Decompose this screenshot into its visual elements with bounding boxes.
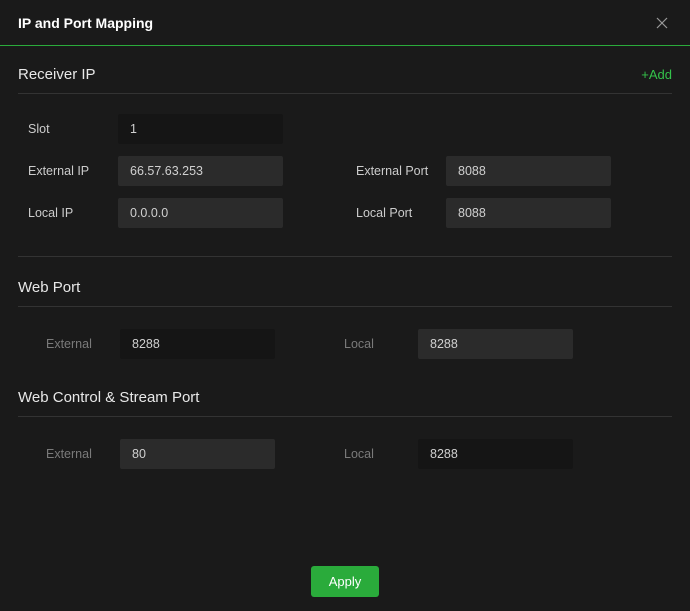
receiver-ip-header: Receiver IP +Add (18, 60, 672, 94)
external-port-label: External Port (356, 164, 446, 178)
close-button[interactable] (652, 13, 672, 33)
web-port-local-input[interactable] (418, 329, 573, 359)
web-control-external-label: External (46, 447, 120, 461)
web-control-header: Web Control & Stream Port (18, 367, 672, 417)
web-control-title: Web Control & Stream Port (18, 389, 672, 406)
local-row: Local IP Local Port (28, 192, 672, 234)
apply-button[interactable]: Apply (311, 566, 380, 597)
web-control-external-input[interactable] (120, 439, 275, 469)
external-port-pair: External Port (356, 156, 666, 186)
dialog-title: IP and Port Mapping (18, 15, 153, 31)
external-ip-input[interactable] (118, 156, 283, 186)
web-port-local-pair: Local (344, 329, 632, 359)
web-port-local-label: Local (344, 337, 418, 351)
dialog-footer: Apply (0, 566, 690, 597)
local-ip-input[interactable] (118, 198, 283, 228)
local-ip-label: Local IP (28, 206, 118, 220)
slot-row: Slot (28, 108, 672, 150)
titlebar: IP and Port Mapping (0, 0, 690, 46)
local-ip-pair: Local IP (28, 198, 338, 228)
web-port-row: External Local (18, 307, 672, 367)
web-port-title: Web Port (18, 279, 672, 296)
ip-port-mapping-dialog: IP and Port Mapping Receiver IP +Add Slo… (0, 0, 690, 611)
local-port-label: Local Port (356, 206, 446, 220)
add-button[interactable]: +Add (641, 67, 672, 82)
web-port-header: Web Port (18, 257, 672, 307)
receiver-ip-title: Receiver IP (18, 66, 96, 83)
close-icon (656, 17, 668, 29)
web-control-external-pair: External (46, 439, 334, 469)
web-control-local-pair: Local (344, 439, 632, 469)
slot-label: Slot (28, 122, 118, 136)
web-control-row: External Local (18, 417, 672, 477)
web-control-local-label: Local (344, 447, 418, 461)
external-ip-pair: External IP (28, 156, 338, 186)
web-port-external-input[interactable] (120, 329, 275, 359)
external-row: External IP External Port (28, 150, 672, 192)
slot-input[interactable] (118, 114, 283, 144)
external-port-input[interactable] (446, 156, 611, 186)
slot-pair: Slot (28, 114, 338, 144)
web-port-external-label: External (46, 337, 120, 351)
receiver-ip-form: Slot External IP External Port Local IP (18, 94, 672, 252)
local-port-pair: Local Port (356, 198, 666, 228)
external-ip-label: External IP (28, 164, 118, 178)
web-control-local-input[interactable] (418, 439, 573, 469)
web-port-external-pair: External (46, 329, 334, 359)
dialog-content: Receiver IP +Add Slot External IP Extern… (0, 46, 690, 477)
local-port-input[interactable] (446, 198, 611, 228)
